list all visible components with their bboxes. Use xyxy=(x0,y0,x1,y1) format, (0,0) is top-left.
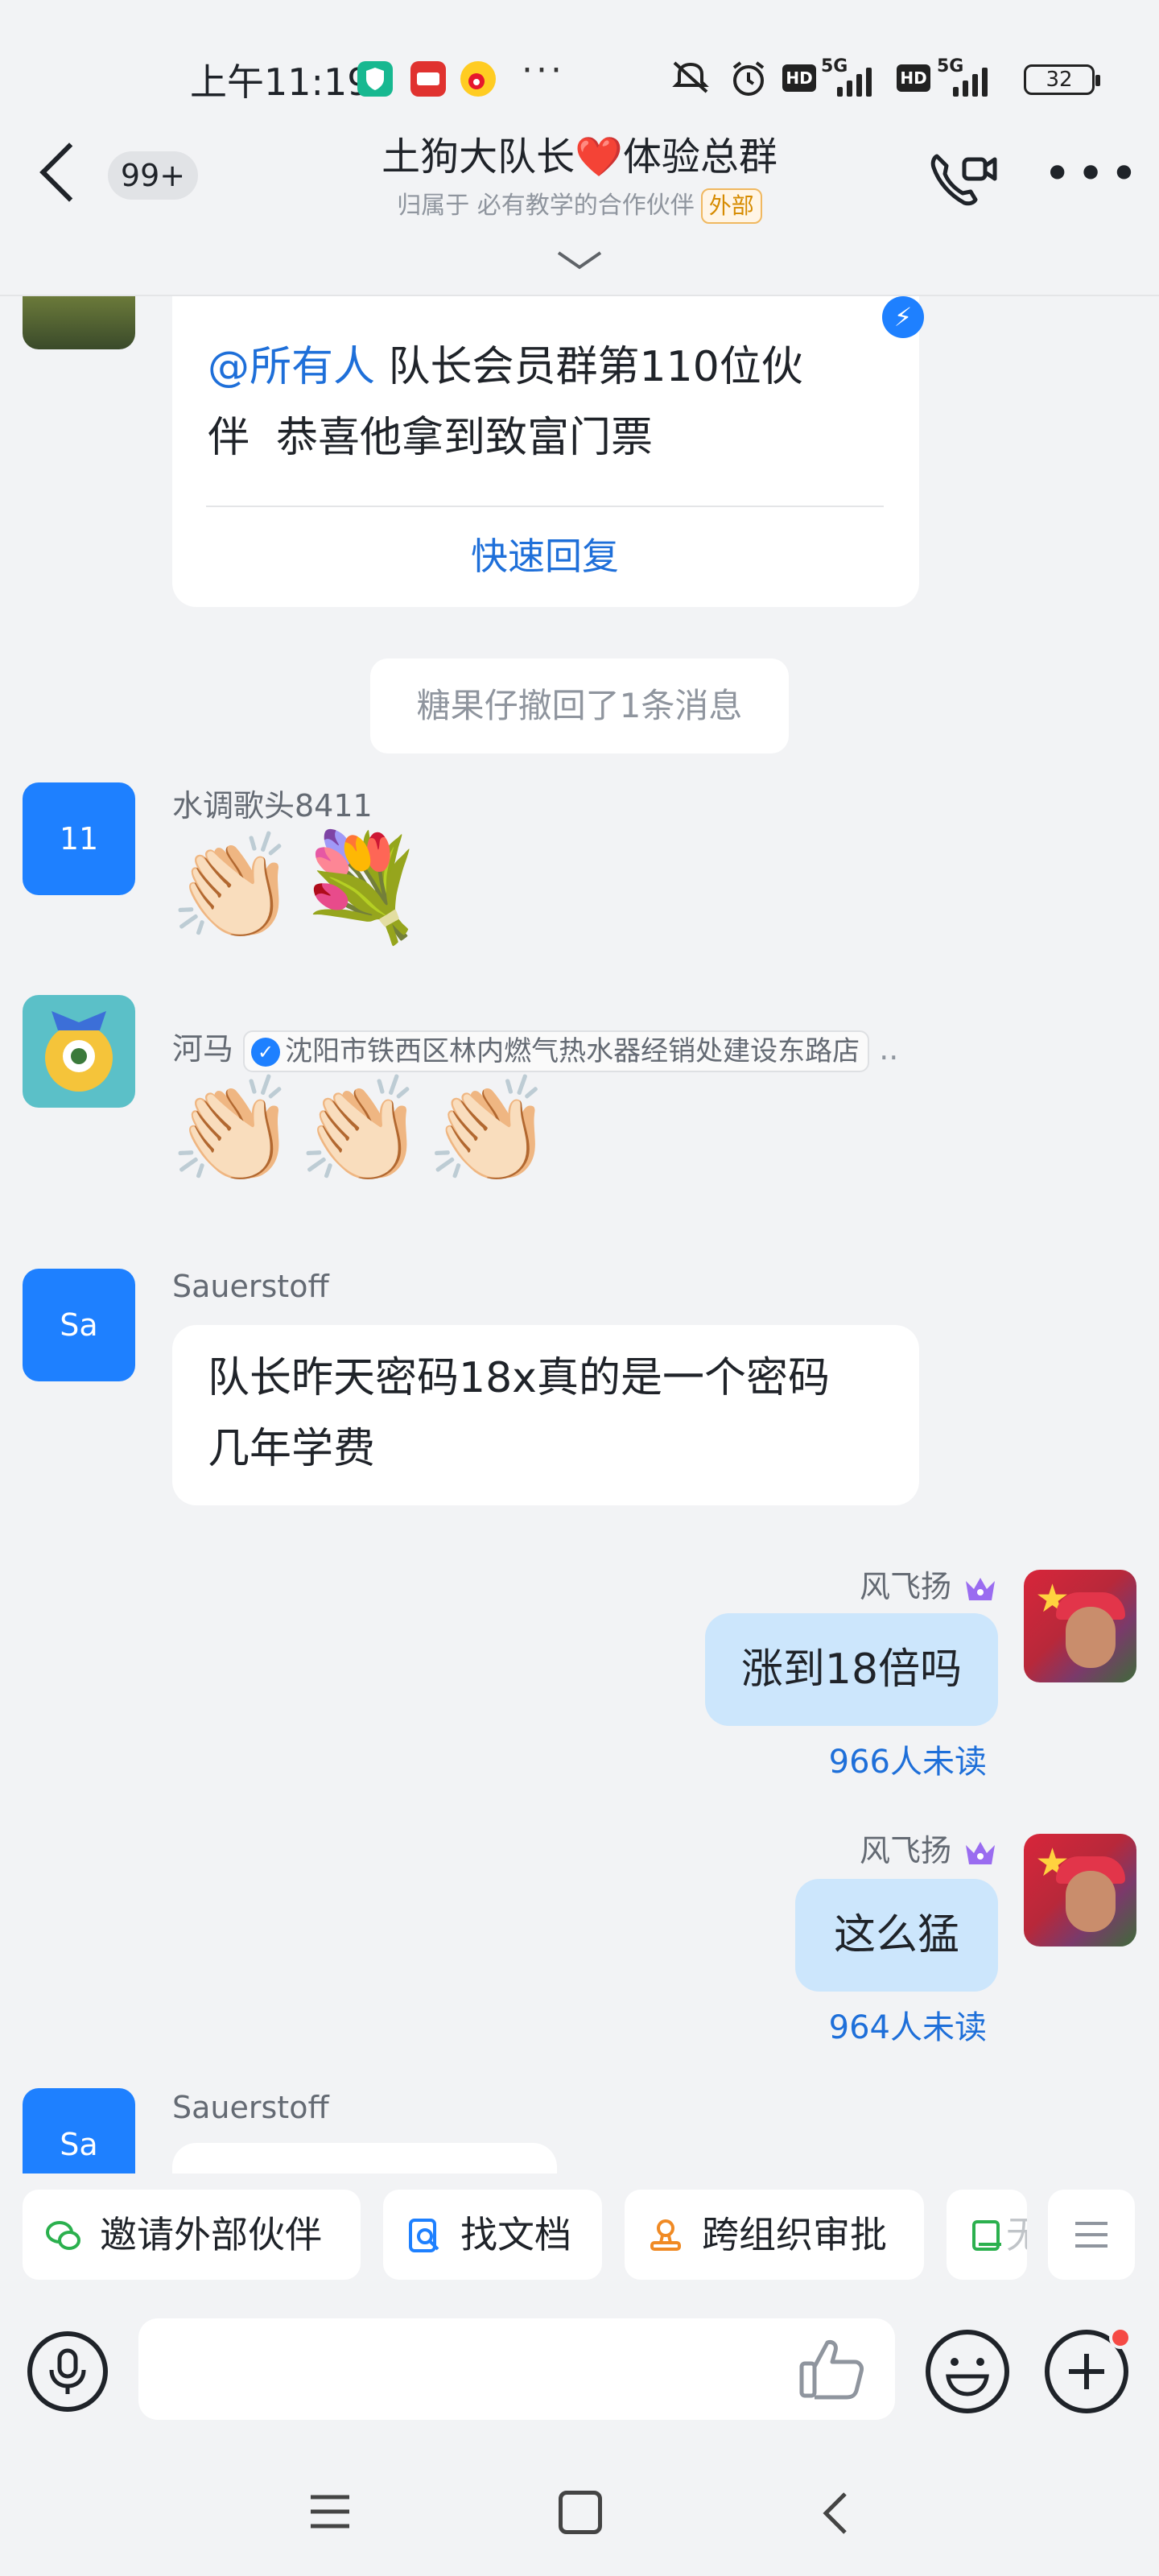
find-doc-button[interactable]: 找文档 xyxy=(383,2190,602,2280)
avatar[interactable]: Sa xyxy=(23,1269,135,1381)
menu-icon xyxy=(1075,2222,1107,2248)
notebook-icon xyxy=(972,2220,1001,2251)
unread-receipt[interactable]: 964人未读 xyxy=(724,2001,987,2048)
recall-notice: 糖果仔撤回了1条消息 xyxy=(370,658,789,753)
shield-app-icon xyxy=(357,61,393,97)
message-input[interactable] xyxy=(138,2318,895,2420)
cross-org-approval-button[interactable]: 跨组织审批 xyxy=(625,2190,924,2280)
system-back-icon[interactable] xyxy=(813,2489,861,2537)
emoji-message[interactable]: 👏🏻👏🏻👏🏻 xyxy=(169,1071,554,1191)
signal-icon xyxy=(837,61,872,97)
announcement-line-2: 伴 恭喜他拿到致富门票 xyxy=(208,414,654,462)
sender-name[interactable]: 风飞扬 xyxy=(860,1569,951,1604)
org-name: 沈阳市铁西区林内燃气热水器经销处建设东路店 xyxy=(285,1034,860,1067)
chat-title[interactable]: 土狗大队长❤️体验总群 xyxy=(241,129,918,185)
notification-dot xyxy=(1109,2326,1132,2349)
notes-button[interactable]: 无 xyxy=(947,2190,1027,2280)
announcement-text: 队长会员群第110位伙 xyxy=(375,343,803,391)
battery-indicator: 32 xyxy=(1024,64,1100,95)
invite-label: 邀请外部伙伴 xyxy=(100,2213,322,2256)
more-options-icon[interactable]: ••• xyxy=(1043,150,1143,198)
chat-subtitle[interactable]: 归属于 必有教学的合作伙伴 外部 xyxy=(241,185,918,224)
sender-name[interactable]: 河马 xyxy=(172,1031,233,1067)
message-text-line-1: 队长昨天密码18x真的是一个密码 xyxy=(208,1354,830,1402)
hd-badge-2: HD xyxy=(897,64,930,92)
my-avatar[interactable]: ★ xyxy=(1024,1570,1136,1682)
crown-icon xyxy=(966,1841,995,1864)
unread-receipt[interactable]: 966人未读 xyxy=(724,1736,987,1782)
thumbs-up-icon[interactable] xyxy=(797,2334,868,2402)
avatar[interactable]: Sa xyxy=(23,2088,135,2174)
alarm-icon xyxy=(728,58,769,107)
message-bubble[interactable] xyxy=(172,2143,557,2174)
divider xyxy=(206,506,884,507)
announcement-line-1: @所有人 队长会员群第110位伙 xyxy=(208,332,884,402)
weibo-icon xyxy=(460,61,496,97)
doc-search-icon xyxy=(409,2219,439,2252)
my-avatar[interactable]: ★ xyxy=(1024,1834,1136,1946)
wechat-icon xyxy=(46,2221,80,2250)
org-affiliation: 归属于 必有教学的合作伙伴 xyxy=(397,192,695,220)
sender-name[interactable]: Sauerstoff xyxy=(172,2090,329,2125)
microphone-icon[interactable] xyxy=(27,2331,108,2412)
sender-name-row: 风飞扬 xyxy=(805,1562,998,1606)
status-time: 上午11:19 xyxy=(190,60,371,104)
emoji-message[interactable]: 👏🏻💐 xyxy=(169,828,426,948)
stamp-icon xyxy=(650,2219,681,2251)
emoji-picker-icon[interactable] xyxy=(926,2330,1009,2413)
message-text-line-2: 几年学费 xyxy=(208,1425,376,1473)
external-tag: 外部 xyxy=(700,188,762,224)
sender-name[interactable]: 水调歌头8411 xyxy=(172,781,373,825)
avatar[interactable] xyxy=(23,296,135,349)
mute-icon xyxy=(668,58,713,104)
expand-actions-button[interactable] xyxy=(1048,2190,1135,2280)
video-call-icon[interactable] xyxy=(926,148,1000,213)
signal-icon-2 xyxy=(953,61,988,97)
verified-org-tag[interactable]: ✓ 沈阳市铁西区林内燃气热水器经销处建设东路店 xyxy=(243,1030,870,1072)
crown-icon xyxy=(966,1577,995,1600)
sender-name[interactable]: Sauerstoff xyxy=(172,1269,329,1304)
recents-menu-icon[interactable] xyxy=(306,2487,354,2536)
sender-name[interactable]: 风飞扬 xyxy=(860,1833,951,1868)
quick-reply-button[interactable]: 快速回复 xyxy=(206,528,884,584)
message-bubble[interactable]: 涨到18倍吗 xyxy=(705,1613,998,1726)
more-notifications-icon: ··· xyxy=(522,50,565,91)
sender-name-row: 风飞扬 xyxy=(805,1826,998,1870)
message-bubble[interactable]: 这么猛 xyxy=(795,1879,998,1992)
approval-label: 跨组织审批 xyxy=(702,2213,887,2256)
lightning-icon: ⚡ xyxy=(882,296,924,338)
news-app-icon xyxy=(410,61,446,97)
tag-overflow: .. xyxy=(879,1031,899,1067)
home-icon[interactable] xyxy=(559,2491,602,2534)
sender-name-row: 河马 ✓ 沈阳市铁西区林内燃气热水器经销处建设东路店 .. xyxy=(172,1024,898,1072)
mention-all[interactable]: @所有人 xyxy=(208,343,375,391)
notes-label-partial: 无 xyxy=(1006,2213,1027,2256)
hd-badge: HD xyxy=(782,64,816,92)
chevron-down-icon[interactable] xyxy=(555,248,604,272)
unread-count-badge[interactable]: 99+ xyxy=(108,151,198,200)
verified-check-icon: ✓ xyxy=(251,1038,281,1067)
avatar[interactable] xyxy=(23,995,135,1108)
avatar[interactable]: 11 xyxy=(23,782,135,895)
invite-partner-button[interactable]: 邀请外部伙伴 xyxy=(23,2190,361,2280)
find-doc-label: 找文档 xyxy=(460,2213,571,2256)
